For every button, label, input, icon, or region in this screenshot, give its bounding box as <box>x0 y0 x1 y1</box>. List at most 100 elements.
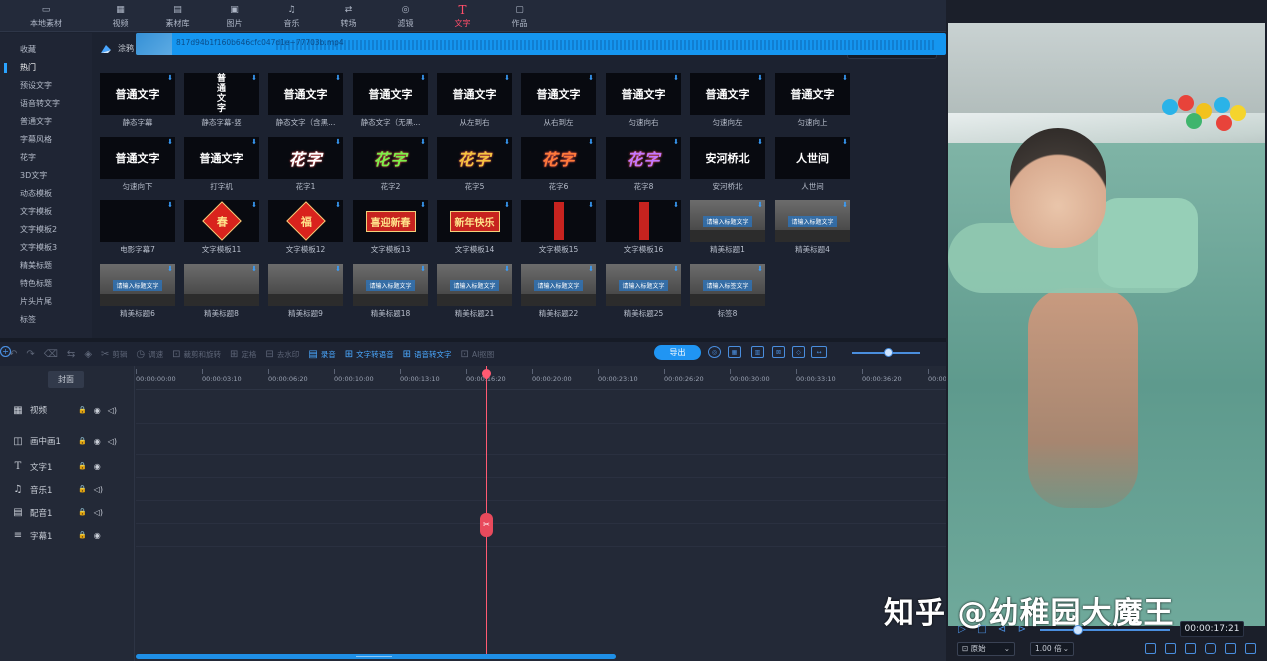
template-tile[interactable]: ⬇ 花字 花字5 <box>437 137 512 195</box>
nav-tab-5[interactable]: ⇄ 转场 <box>320 0 377 32</box>
download-icon[interactable]: ⬇ <box>420 201 426 209</box>
track-lane-1[interactable] <box>136 454 946 455</box>
download-icon[interactable]: ⬇ <box>251 265 257 273</box>
video-clip[interactable]: 817d94b1f160b646cfc047d1e~77703b.mp4 <box>136 33 946 55</box>
template-tile[interactable]: ⬇ 请输入标题文字 精美标题6 <box>100 264 175 322</box>
track-lane-0[interactable] <box>136 423 946 424</box>
sidebar-item-7[interactable]: 3D文字 <box>0 169 92 187</box>
safe-frame-icon[interactable] <box>1165 643 1176 654</box>
template-tile[interactable]: ⬇ 普通文字 静态字幕-竖 <box>184 73 259 131</box>
template-tile[interactable]: ⬇ 花字 花字2 <box>353 137 428 195</box>
nav-tab-1[interactable]: ▦ 视频 <box>92 0 149 32</box>
download-icon[interactable]: ⬇ <box>673 201 679 209</box>
download-icon[interactable]: ⬇ <box>673 265 679 273</box>
layout-icon[interactable] <box>1145 643 1156 654</box>
download-icon[interactable]: ⬇ <box>588 201 594 209</box>
nav-tab-0[interactable]: ▭ 本地素材 <box>0 0 92 32</box>
template-tile[interactable]: ⬇ 请输入标题文字 精美标题25 <box>606 264 681 322</box>
playback-progress[interactable] <box>1040 629 1170 631</box>
tool-mic-button[interactable]: ▤ 录音 <box>308 349 335 360</box>
download-icon[interactable]: ⬇ <box>251 201 257 209</box>
download-icon[interactable]: ⬇ <box>335 201 341 209</box>
speaker-icon[interactable]: ◁) <box>108 406 117 415</box>
template-tile[interactable]: ⬇ 精美标题9 <box>268 264 343 322</box>
template-tile[interactable]: ⬇ 请输入标签文字 标签8 <box>690 264 765 322</box>
template-tile[interactable]: ⬇ 普通文字 匀速向左 <box>690 73 765 131</box>
nav-tab-4[interactable]: ♫ 音乐 <box>263 0 320 32</box>
lock-icon[interactable]: 🔒 <box>78 462 87 471</box>
template-tile[interactable]: ⬇ 请输入标题文字 精美标题22 <box>521 264 596 322</box>
download-icon[interactable]: ⬇ <box>335 138 341 146</box>
template-tile[interactable]: ⬇ 普通文字 匀速向上 <box>775 73 850 131</box>
zoom-in-button[interactable]: + <box>0 346 11 357</box>
sidebar-item-15[interactable]: 标签 <box>0 313 92 331</box>
tool-marker-button[interactable]: ◈ <box>84 349 92 360</box>
playback-progress-handle[interactable] <box>1073 625 1083 635</box>
tool-tts-button[interactable]: ⊞ 文字转语音 <box>345 349 394 360</box>
sidebar-item-9[interactable]: 文字模板 <box>0 205 92 223</box>
sidebar-item-4[interactable]: 普通文字 <box>0 115 92 133</box>
tool-ai-button[interactable]: ⊡ AI抠图 <box>461 349 495 360</box>
download-icon[interactable]: ⬇ <box>673 138 679 146</box>
template-tile[interactable]: ⬇ 普通文字 匀速向右 <box>606 73 681 131</box>
download-icon[interactable]: ⬇ <box>757 265 763 273</box>
template-tile[interactable]: ⬇ 喜迎新春 文字模板13 <box>353 200 428 258</box>
download-icon[interactable]: ⬇ <box>251 74 257 82</box>
time-ruler[interactable]: 00:00:00:00 00:00:03:10 00:00:06:20 00:00:1… <box>136 366 947 390</box>
tool-watermark-button[interactable]: ⊟ 去水印 <box>265 349 299 360</box>
fit-icon[interactable]: ↔ <box>811 346 827 358</box>
speed-select[interactable]: 1.00 倍 ⌄ <box>1030 642 1074 656</box>
speaker-icon[interactable]: ◁) <box>108 437 117 446</box>
sidebar-item-14[interactable]: 片头片尾 <box>0 295 92 313</box>
download-icon[interactable]: ⬇ <box>588 138 594 146</box>
current-time[interactable]: 00:00:17:21 <box>1180 621 1244 637</box>
sidebar-item-10[interactable]: 文字模板2 <box>0 223 92 241</box>
template-tile[interactable]: ⬇ 普通文字 从右到左 <box>521 73 596 131</box>
template-tile[interactable]: ⬇ 花字 花字8 <box>606 137 681 195</box>
cover-button[interactable]: 封面 <box>48 371 84 388</box>
lock-icon[interactable]: 🔒 <box>78 485 87 494</box>
download-icon[interactable]: ⬇ <box>842 201 848 209</box>
eye-icon[interactable]: ◉ <box>94 531 101 540</box>
download-icon[interactable]: ⬇ <box>504 201 510 209</box>
download-icon[interactable]: ⬇ <box>251 138 257 146</box>
snapshot-icon[interactable] <box>1205 643 1216 654</box>
download-icon[interactable]: ⬇ <box>167 138 173 146</box>
download-icon[interactable]: ⬇ <box>335 265 341 273</box>
template-tile[interactable]: ⬇ 请输入标题文字 精美标题4 <box>775 200 850 258</box>
crop-view-icon[interactable] <box>1185 643 1196 654</box>
tool-scissors-button[interactable]: ✂ 剪辑 <box>101 349 127 360</box>
track-lane-4[interactable] <box>136 523 946 524</box>
template-tile[interactable]: ⬇ 普通文字 匀速向下 <box>100 137 175 195</box>
tool-split-button[interactable]: ⇆ <box>67 349 75 360</box>
stop-icon[interactable]: □ <box>976 624 988 636</box>
download-icon[interactable]: ⬇ <box>167 201 173 209</box>
sidebar-item-3[interactable]: 语音转文字 <box>0 97 92 115</box>
sidebar-item-2[interactable]: 预设文字 <box>0 79 92 97</box>
download-icon[interactable]: ⬇ <box>335 74 341 82</box>
track-lane-2[interactable] <box>136 477 946 478</box>
sidebar-item-5[interactable]: 字幕风格 <box>0 133 92 151</box>
tool-stt-button[interactable]: ⊞ 语音转文字 <box>403 349 452 360</box>
track-lane-3[interactable] <box>136 500 946 501</box>
template-tile[interactable]: ⬇ 普通文字 静态文字（含黑... <box>268 73 343 131</box>
download-icon[interactable]: ⬇ <box>588 265 594 273</box>
nav-tab-2[interactable]: ▤ 素材库 <box>149 0 206 32</box>
template-tile[interactable]: ⬇ 文字模板16 <box>606 200 681 258</box>
template-tile[interactable]: ⬇ 请输入标题文字 精美标题18 <box>353 264 428 322</box>
lock-icon[interactable]: 🔒 <box>78 531 87 540</box>
template-tile[interactable]: ⬇ 请输入标题文字 精美标题21 <box>437 264 512 322</box>
split-marker-icon[interactable]: ✂ <box>480 513 493 537</box>
speaker-icon[interactable]: ◁) <box>94 485 103 494</box>
sidebar-item-1[interactable]: 热门 <box>0 61 92 79</box>
download-icon[interactable]: ⬇ <box>420 265 426 273</box>
template-tile[interactable]: ⬇ 安河桥北 安河桥北 <box>690 137 765 195</box>
download-icon[interactable]: ⬇ <box>842 74 848 82</box>
template-tile[interactable]: ⬇ 文字模板15 <box>521 200 596 258</box>
lock-icon[interactable]: 🔒 <box>78 437 87 446</box>
track-lane-5[interactable] <box>136 546 946 547</box>
multi-track-icon[interactable]: ▦ <box>728 346 741 358</box>
nav-tab-8[interactable]: ▢ 作品 <box>491 0 548 32</box>
fullscreen-icon[interactable] <box>1245 643 1256 654</box>
split-screen-icon[interactable]: ▥ <box>751 346 764 358</box>
